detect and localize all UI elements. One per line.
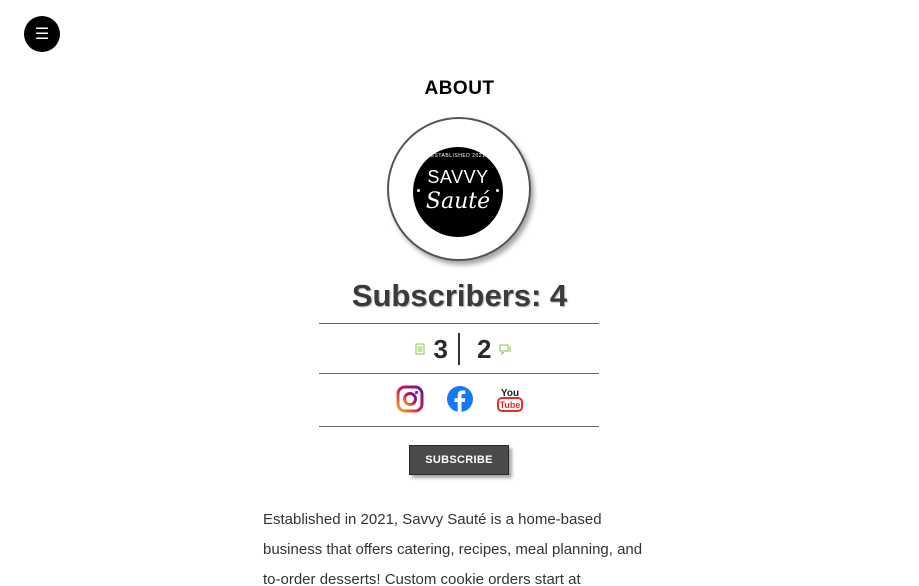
logo-name-line2: Sauté xyxy=(425,189,491,214)
posts-count: 3 xyxy=(433,333,448,364)
comments-count: 2 xyxy=(477,333,492,364)
document-icon xyxy=(415,343,425,355)
facebook-icon[interactable] xyxy=(446,385,474,413)
description-line-3: to-order desserts! Custom cookie orders … xyxy=(263,571,581,586)
comments-stat[interactable]: 2 xyxy=(477,331,511,367)
stats-divider xyxy=(458,333,460,365)
comments-icon xyxy=(499,344,511,355)
menu-button[interactable]: ☰ xyxy=(24,16,60,52)
subscribers-count: Subscribers: 4 xyxy=(351,278,568,313)
divider-bottom xyxy=(319,426,599,427)
social-links: You Tube xyxy=(0,385,919,415)
about-page: ☰ ABOUT ESTABLISHED 2021 SAVVY Sauté Sub… xyxy=(0,0,919,586)
profile-logo: ESTABLISHED 2021 SAVVY Sauté xyxy=(387,117,531,261)
menu-icon: ☰ xyxy=(34,26,50,43)
divider-top xyxy=(319,323,599,324)
description-line-1: Established in 2021, Savvy Sauté is a ho… xyxy=(263,511,602,528)
youtube-icon[interactable]: You Tube xyxy=(496,385,524,413)
instagram-icon[interactable] xyxy=(396,385,424,413)
divider-middle xyxy=(319,373,599,374)
subscribe-button[interactable]: SUBSCRIBE xyxy=(409,445,509,475)
svg-text:Tube: Tube xyxy=(499,400,520,410)
page-title: ABOUT xyxy=(424,78,495,99)
stats-row: 3 2 xyxy=(319,331,599,367)
about-description: Established in 2021, Savvy Sauté is a ho… xyxy=(263,505,663,586)
posts-stat[interactable]: 3 xyxy=(414,331,448,367)
logo-name-line1: SAVVY xyxy=(427,167,489,187)
description-line-2: business that offers catering, recipes, … xyxy=(263,541,643,558)
logo-badge: ESTABLISHED 2021 SAVVY Sauté xyxy=(413,147,503,237)
logo-established-text: ESTABLISHED 2021 xyxy=(430,153,486,159)
